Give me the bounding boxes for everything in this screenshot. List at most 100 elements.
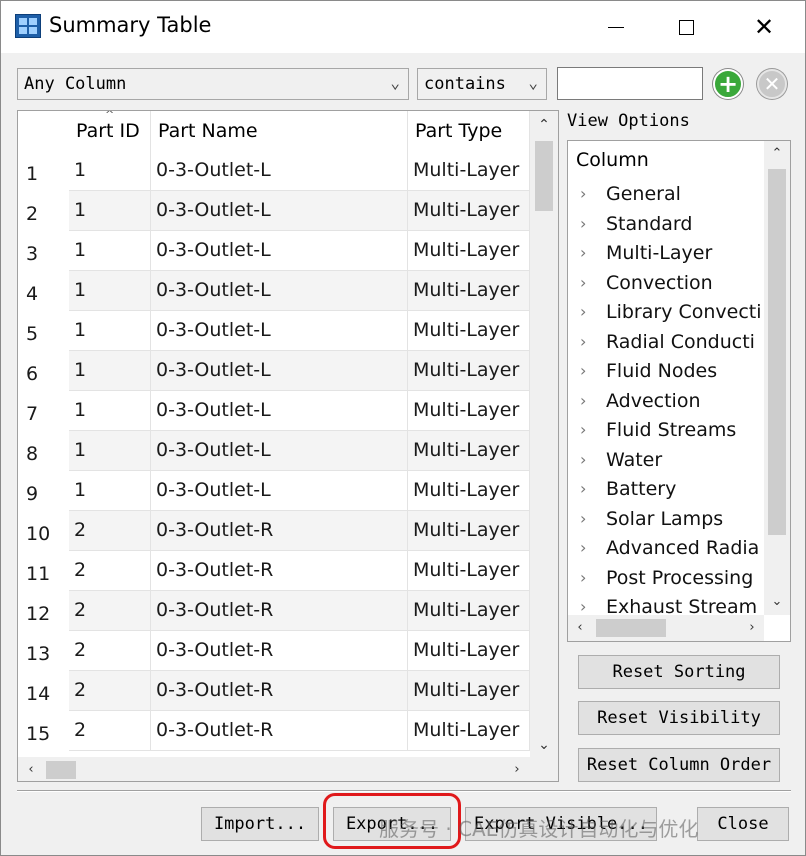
- tree-item-label: Advection: [606, 389, 701, 412]
- scroll-up-icon[interactable]: ⌃: [530, 111, 558, 139]
- scroll-right-icon[interactable]: ›: [504, 757, 530, 781]
- add-filter-button[interactable]: +: [713, 69, 743, 99]
- column-header-part-name[interactable]: Part Name: [151, 111, 408, 151]
- tree-item[interactable]: › Convection: [568, 270, 764, 300]
- tree-item[interactable]: › Fluid Streams: [568, 417, 764, 447]
- chevron-right-icon[interactable]: ›: [580, 568, 586, 587]
- chevron-right-icon[interactable]: ›: [580, 538, 586, 557]
- tree-item[interactable]: › Advanced Radia: [568, 535, 764, 565]
- scroll-corner: [530, 757, 558, 781]
- tree-item[interactable]: › Multi-Layer: [568, 240, 764, 270]
- table-row[interactable]: 1 1 0-3-Outlet-L Multi-Layer: [18, 151, 530, 191]
- table-row[interactable]: 9 1 0-3-Outlet-L Multi-Layer: [18, 471, 530, 511]
- tree-item[interactable]: › Solar Lamps: [568, 506, 764, 536]
- scroll-left-icon[interactable]: ‹: [568, 615, 592, 641]
- minimize-icon: [608, 26, 624, 28]
- table-row[interactable]: 3 1 0-3-Outlet-L Multi-Layer: [18, 231, 530, 271]
- summary-table: ^ Part ID Part Name Part Type 1 1 0-3-Outl…: [17, 110, 559, 782]
- minimize-button[interactable]: [581, 1, 651, 53]
- table-row[interactable]: 12 2 0-3-Outlet-R Multi-Layer: [18, 591, 530, 631]
- column-header-part-type[interactable]: Part Type: [408, 111, 530, 151]
- tree-item[interactable]: › Library Convecti: [568, 299, 764, 329]
- tree-item[interactable]: › Battery: [568, 476, 764, 506]
- chevron-right-icon[interactable]: ›: [580, 214, 586, 233]
- table-row[interactable]: 11 2 0-3-Outlet-R Multi-Layer: [18, 551, 530, 591]
- reset-column-order-button[interactable]: Reset Column Order: [578, 748, 780, 782]
- scroll-left-icon[interactable]: ‹: [18, 757, 44, 781]
- column-header-part-id[interactable]: ^ Part ID: [69, 111, 151, 151]
- cell-part-type: Multi-Layer: [408, 351, 530, 391]
- chevron-right-icon[interactable]: ›: [580, 302, 586, 321]
- scroll-thumb[interactable]: [768, 169, 786, 535]
- scroll-down-icon[interactable]: ⌄: [764, 589, 790, 615]
- cell-part-type: Multi-Layer: [408, 591, 530, 631]
- summary-table-window: Summary Table ✕ Any Column ⌄ contains ⌄ …: [0, 0, 806, 856]
- chevron-right-icon[interactable]: ›: [580, 509, 586, 528]
- watermark-text: 服务号 · CAE仿真设计自动化与优化: [379, 817, 699, 841]
- table-row[interactable]: 10 2 0-3-Outlet-R Multi-Layer: [18, 511, 530, 551]
- scroll-up-icon[interactable]: ⌃: [764, 141, 790, 167]
- scroll-down-icon[interactable]: ⌄: [530, 731, 558, 759]
- close-icon: ✕: [753, 13, 775, 41]
- scroll-thumb[interactable]: [596, 619, 666, 637]
- table-row[interactable]: 4 1 0-3-Outlet-L Multi-Layer: [18, 271, 530, 311]
- scroll-thumb[interactable]: [46, 761, 76, 779]
- tree-item[interactable]: › Water: [568, 447, 764, 477]
- close-button[interactable]: Close: [697, 807, 789, 841]
- scroll-thumb[interactable]: [535, 141, 553, 211]
- tree-item[interactable]: › Radial Conducti: [568, 329, 764, 359]
- chevron-right-icon[interactable]: ›: [580, 597, 586, 616]
- chevron-right-icon[interactable]: ›: [580, 273, 586, 292]
- table-row[interactable]: 15 2 0-3-Outlet-R Multi-Layer: [18, 711, 530, 751]
- row-number: 12: [18, 591, 69, 631]
- chevron-right-icon[interactable]: ›: [580, 243, 586, 262]
- cell-part-type: Multi-Layer: [408, 191, 530, 231]
- tree-item-label: Solar Lamps: [606, 507, 724, 530]
- table-row[interactable]: 6 1 0-3-Outlet-L Multi-Layer: [18, 351, 530, 391]
- chevron-right-icon[interactable]: ›: [580, 361, 586, 380]
- reset-sorting-button[interactable]: Reset Sorting: [578, 655, 780, 689]
- scroll-right-icon[interactable]: ›: [740, 615, 764, 641]
- chevron-right-icon[interactable]: ›: [580, 391, 586, 410]
- row-number: 14: [18, 671, 69, 711]
- chevron-right-icon[interactable]: ›: [580, 332, 586, 351]
- cell-part-type: Multi-Layer: [408, 671, 530, 711]
- clear-icon: ✕: [763, 72, 781, 96]
- operator-select[interactable]: contains ⌄: [417, 68, 547, 100]
- table-header: ^ Part ID Part Name Part Type: [18, 111, 530, 151]
- clear-filter-button[interactable]: ✕: [757, 69, 787, 99]
- tree-item[interactable]: › General: [568, 181, 764, 211]
- tree-item[interactable]: › Advection: [568, 388, 764, 418]
- reset-visibility-button[interactable]: Reset Visibility: [578, 701, 780, 735]
- table-row[interactable]: 7 1 0-3-Outlet-L Multi-Layer: [18, 391, 530, 431]
- table-horizontal-scrollbar[interactable]: ‹ ›: [18, 757, 530, 781]
- close-window-button[interactable]: ✕: [729, 1, 799, 53]
- chevron-right-icon[interactable]: ›: [580, 184, 586, 203]
- cell-part-name: 0-3-Outlet-L: [151, 191, 408, 231]
- tree-horizontal-scrollbar[interactable]: ‹ ›: [568, 615, 764, 641]
- table-vertical-scrollbar[interactable]: ⌃ ⌄: [530, 111, 558, 759]
- tree-item[interactable]: › Fluid Nodes: [568, 358, 764, 388]
- tree-vertical-scrollbar[interactable]: ⌃ ⌄: [764, 141, 790, 615]
- table-row[interactable]: 2 1 0-3-Outlet-L Multi-Layer: [18, 191, 530, 231]
- chevron-right-icon[interactable]: ›: [580, 450, 586, 469]
- cell-part-type: Multi-Layer: [408, 271, 530, 311]
- row-number: 11: [18, 551, 69, 591]
- cell-part-id: 2: [69, 711, 151, 751]
- cell-part-name: 0-3-Outlet-L: [151, 151, 408, 191]
- table-row[interactable]: 14 2 0-3-Outlet-R Multi-Layer: [18, 671, 530, 711]
- chevron-right-icon[interactable]: ›: [580, 479, 586, 498]
- column-select[interactable]: Any Column ⌄: [17, 68, 409, 100]
- row-number: 15: [18, 711, 69, 751]
- table-row[interactable]: 13 2 0-3-Outlet-R Multi-Layer: [18, 631, 530, 671]
- tree-item[interactable]: › Standard: [568, 211, 764, 241]
- table-row[interactable]: 5 1 0-3-Outlet-L Multi-Layer: [18, 311, 530, 351]
- filter-value-input[interactable]: [557, 67, 703, 100]
- maximize-button[interactable]: [651, 1, 721, 53]
- chevron-right-icon[interactable]: ›: [580, 420, 586, 439]
- import-button[interactable]: Import...: [201, 807, 319, 841]
- tree-item[interactable]: › Post Processing: [568, 565, 764, 595]
- cell-part-name: 0-3-Outlet-R: [151, 551, 408, 591]
- table-row[interactable]: 8 1 0-3-Outlet-L Multi-Layer: [18, 431, 530, 471]
- cell-part-name: 0-3-Outlet-L: [151, 391, 408, 431]
